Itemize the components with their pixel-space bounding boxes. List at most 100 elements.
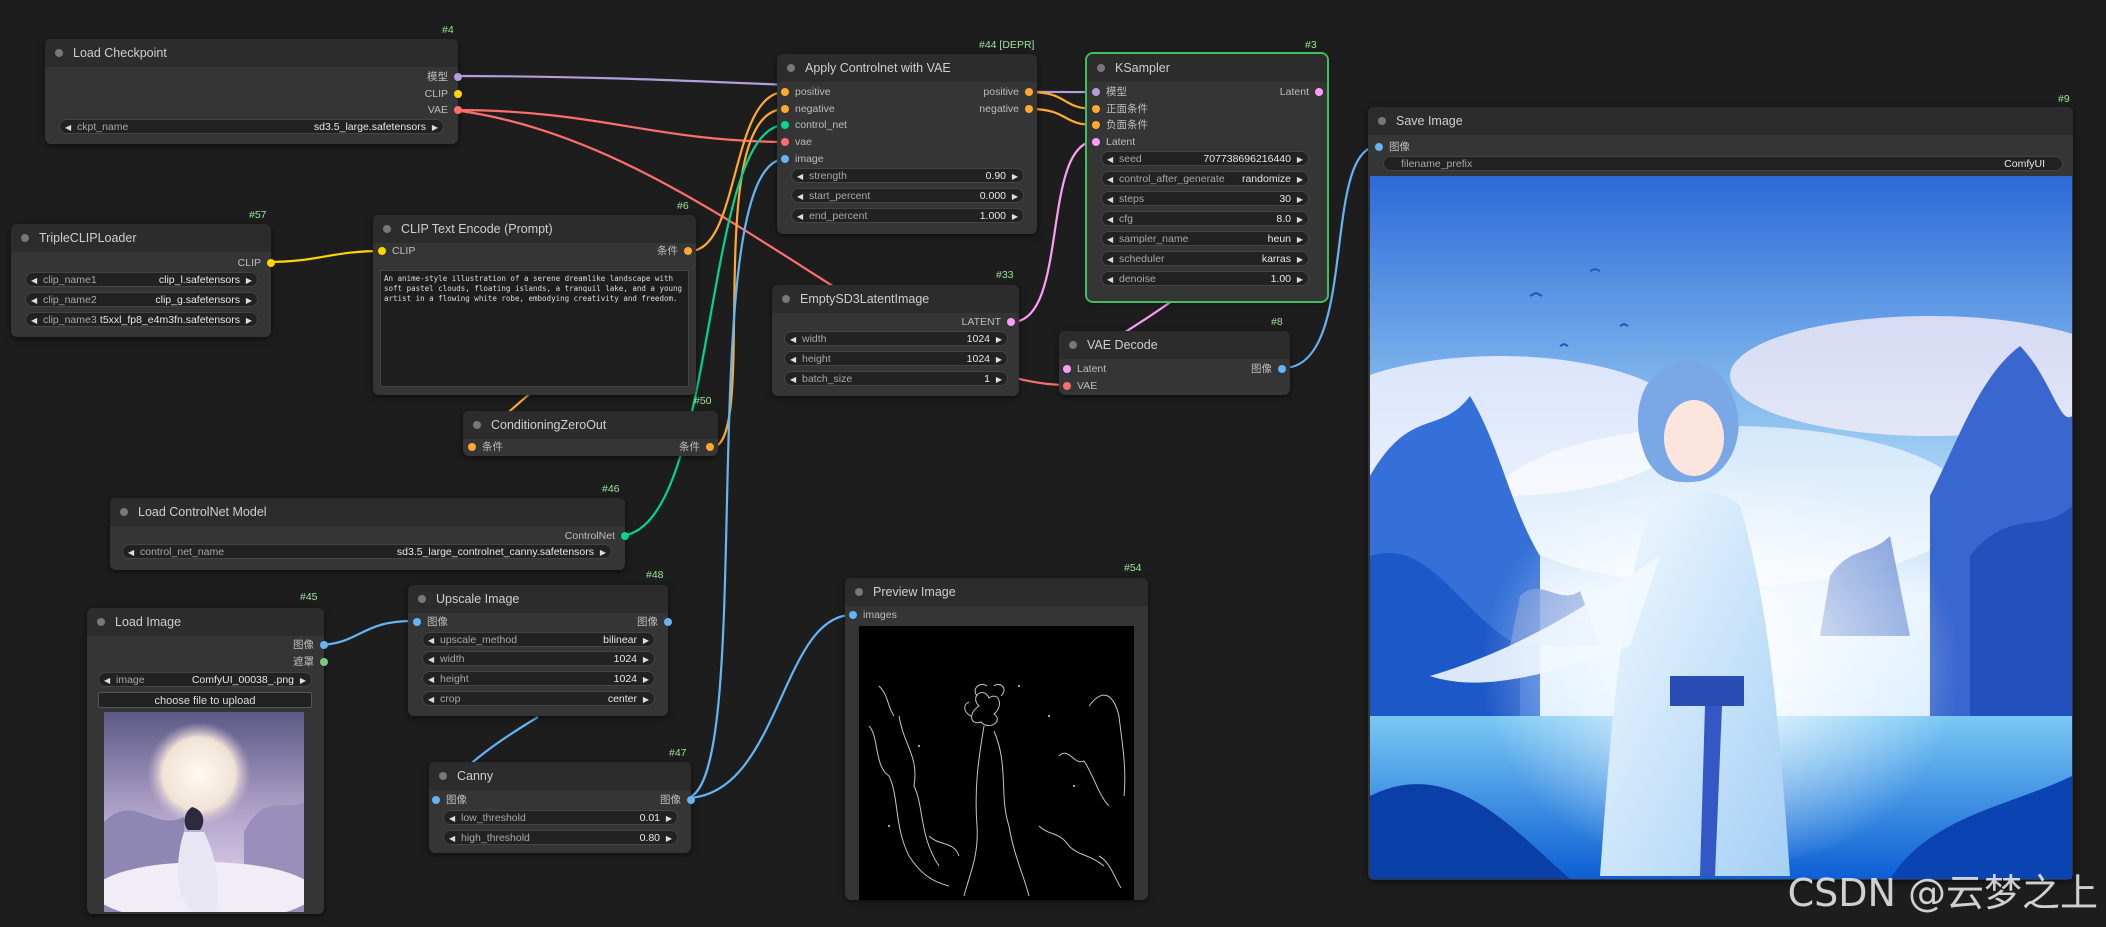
node-title[interactable]: CLIP Text Encode (Prompt) xyxy=(373,215,696,243)
output-controlnet[interactable]: ControlNet xyxy=(565,529,629,543)
choose-file-button[interactable]: choose file to upload xyxy=(98,692,312,708)
filename-prefix-widget[interactable]: filename_prefix ComfyUI xyxy=(1383,156,2063,171)
input-latent[interactable]: Latent xyxy=(1063,362,1106,376)
clip-name2-widget[interactable]: ◀ clip_name2 clip_g.safetensors ▶ xyxy=(25,292,258,307)
batch-size-widget[interactable]: ◀ batch_size 1 ▶ xyxy=(784,371,1008,386)
ckpt-name-widget[interactable]: ◀ ckpt_name sd3.5_large.safetensors ▶ xyxy=(59,119,444,134)
strength-widget[interactable]: ◀ strength 0.90 ▶ xyxy=(791,168,1024,183)
input-image[interactable]: 图像 xyxy=(1375,140,1410,154)
collapse-dot-icon[interactable] xyxy=(55,49,63,57)
cfg-widget[interactable]: ◀ cfg 8.0 ▶ xyxy=(1101,211,1309,226)
input-vae[interactable]: VAE xyxy=(1063,379,1097,393)
input-image[interactable]: image xyxy=(781,152,824,166)
clip-name1-widget[interactable]: ◀ clip_name1 clip_l.safetensors ▶ xyxy=(25,272,258,287)
load-controlnet-model-node[interactable]: Load ControlNet Model ControlNet ◀ contro… xyxy=(110,498,629,570)
crop-widget[interactable]: ◀ crop center ▶ xyxy=(422,691,655,706)
node-title[interactable]: Load Checkpoint xyxy=(45,39,458,67)
node-title[interactable]: VAE Decode xyxy=(1059,331,1290,359)
collapse-dot-icon[interactable] xyxy=(439,772,447,780)
output-image[interactable]: 图像 xyxy=(1251,362,1286,376)
node-title[interactable]: Load ControlNet Model xyxy=(110,498,625,526)
node-title[interactable]: Load Image xyxy=(87,608,324,636)
control-after-generate-widget[interactable]: ◀ control_after_generate randomize ▶ xyxy=(1101,171,1309,186)
apply-controlnet-node[interactable]: Apply Controlnet with VAE positive negat… xyxy=(777,54,1037,234)
steps-widget[interactable]: ◀ steps 30 ▶ xyxy=(1101,191,1309,206)
node-title[interactable]: TripleCLIPLoader xyxy=(11,224,271,252)
input-positive[interactable]: positive xyxy=(781,85,831,99)
collapse-dot-icon[interactable] xyxy=(473,421,481,429)
control-net-name-widget[interactable]: ◀ control_net_name sd3.5_large_controlnet_… xyxy=(122,544,612,559)
output-image[interactable]: 图像 xyxy=(660,793,695,807)
collapse-dot-icon[interactable] xyxy=(787,64,795,72)
sampler-name-widget[interactable]: ◀ sampler_name heun ▶ xyxy=(1101,231,1309,246)
collapse-dot-icon[interactable] xyxy=(1378,117,1386,125)
load-checkpoint-node[interactable]: Load Checkpoint 模型 CLIP VAE ◀ ckpt_name sd… xyxy=(45,39,462,144)
output-image[interactable]: 图像 xyxy=(293,638,328,652)
input-negative[interactable]: 负面条件 xyxy=(1092,118,1148,132)
output-conditioning[interactable]: 条件 xyxy=(657,244,692,258)
clip-text-encode-node[interactable]: CLIP Text Encode (Prompt) CLIP 条件 An ani… xyxy=(373,215,696,395)
output-clip[interactable]: CLIP xyxy=(425,87,462,101)
ksampler-node[interactable]: KSampler 模型 正面条件 负面条件 Latent Latent ◀ see… xyxy=(1085,52,1329,303)
seed-widget[interactable]: ◀ seed 707738696216440 ▶ xyxy=(1101,151,1309,166)
width-widget[interactable]: ◀ width 1024 ▶ xyxy=(784,331,1008,346)
output-latent[interactable]: Latent xyxy=(1280,85,1323,99)
node-title[interactable]: Upscale Image xyxy=(408,585,668,613)
output-positive[interactable]: positive xyxy=(983,85,1033,99)
output-mask[interactable]: 遮罩 xyxy=(293,655,328,669)
output-vae[interactable]: VAE xyxy=(428,103,462,117)
output-clip[interactable]: CLIP xyxy=(238,256,275,270)
collapse-dot-icon[interactable] xyxy=(855,588,863,596)
scheduler-widget[interactable]: ◀ scheduler karras ▶ xyxy=(1101,251,1309,266)
end-percent-widget[interactable]: ◀ end_percent 1.000 ▶ xyxy=(791,208,1024,223)
input-image[interactable]: 图像 xyxy=(413,615,448,629)
vae-decode-node[interactable]: VAE Decode Latent VAE 图像 xyxy=(1059,331,1290,395)
load-image-node[interactable]: Load Image 图像 遮罩 ◀ image ComfyUI_00038_.pn… xyxy=(87,608,328,914)
collapse-dot-icon[interactable] xyxy=(418,595,426,603)
output-conditioning[interactable]: 条件 xyxy=(679,440,714,454)
node-title[interactable]: KSampler xyxy=(1087,54,1327,82)
low-threshold-widget[interactable]: ◀ low_threshold 0.01 ▶ xyxy=(443,810,678,825)
collapse-dot-icon[interactable] xyxy=(383,225,391,233)
input-image[interactable]: 图像 xyxy=(432,793,467,807)
output-model[interactable]: 模型 xyxy=(427,70,462,84)
input-control-net[interactable]: control_net xyxy=(781,118,847,132)
collapse-dot-icon[interactable] xyxy=(1069,341,1077,349)
output-image[interactable]: 图像 xyxy=(637,615,672,629)
empty-sd3-latent-image-node[interactable]: EmptySD3LatentImage LATENT ◀ width 1024 ▶ ◀… xyxy=(772,285,1019,396)
conditioning-zero-out-node[interactable]: ConditioningZeroOut 条件 条件 xyxy=(463,411,718,456)
node-title[interactable]: Save Image xyxy=(1368,107,2073,135)
high-threshold-widget[interactable]: ◀ high_threshold 0.80 ▶ xyxy=(443,830,678,845)
input-clip[interactable]: CLIP xyxy=(378,244,415,258)
collapse-dot-icon[interactable] xyxy=(97,618,105,626)
denoise-widget[interactable]: ◀ denoise 1.00 ▶ xyxy=(1101,271,1309,286)
triple-clip-loader-node[interactable]: TripleCLIPLoader CLIP ◀ clip_name1 clip_l.… xyxy=(11,224,275,337)
height-widget[interactable]: ◀ height 1024 ▶ xyxy=(784,351,1008,366)
collapse-dot-icon[interactable] xyxy=(120,508,128,516)
node-title[interactable]: Apply Controlnet with VAE xyxy=(777,54,1037,82)
output-latent[interactable]: LATENT xyxy=(962,315,1015,329)
node-title[interactable]: ConditioningZeroOut xyxy=(463,411,718,439)
image-widget[interactable]: ◀ image ComfyUI_00038_.png ▶ xyxy=(98,672,312,687)
node-title[interactable]: EmptySD3LatentImage xyxy=(772,285,1019,313)
input-latent[interactable]: Latent xyxy=(1092,135,1135,149)
input-negative[interactable]: negative xyxy=(781,102,835,116)
height-widget[interactable]: ◀ height 1024 ▶ xyxy=(422,671,655,686)
clip-name3-widget[interactable]: ◀ clip_name3 t5xxl_fp8_e4m3fn.safetensors ▶ xyxy=(25,312,258,327)
preview-image-node[interactable]: Preview Image images xyxy=(845,578,1148,900)
input-conditioning[interactable]: 条件 xyxy=(468,440,503,454)
input-vae[interactable]: vae xyxy=(781,135,812,149)
node-title[interactable]: Preview Image xyxy=(845,578,1148,606)
node-title[interactable]: Canny xyxy=(429,762,691,790)
upscale-image-node[interactable]: Upscale Image 图像 图像 ◀ upscale_method bilin… xyxy=(408,585,672,716)
input-model[interactable]: 模型 xyxy=(1092,85,1127,99)
prompt-textarea[interactable]: An anime-style illustration of a serene … xyxy=(380,270,689,387)
input-images[interactable]: images xyxy=(849,608,897,622)
output-negative[interactable]: negative xyxy=(979,102,1033,116)
canny-node[interactable]: Canny 图像 图像 ◀ low_threshold 0.01 ▶ ◀ high_th… xyxy=(429,762,695,853)
input-positive[interactable]: 正面条件 xyxy=(1092,102,1148,116)
upscale-method-widget[interactable]: ◀ upscale_method bilinear ▶ xyxy=(422,632,655,647)
start-percent-widget[interactable]: ◀ start_percent 0.000 ▶ xyxy=(791,188,1024,203)
collapse-dot-icon[interactable] xyxy=(21,234,29,242)
collapse-dot-icon[interactable] xyxy=(1097,64,1105,72)
